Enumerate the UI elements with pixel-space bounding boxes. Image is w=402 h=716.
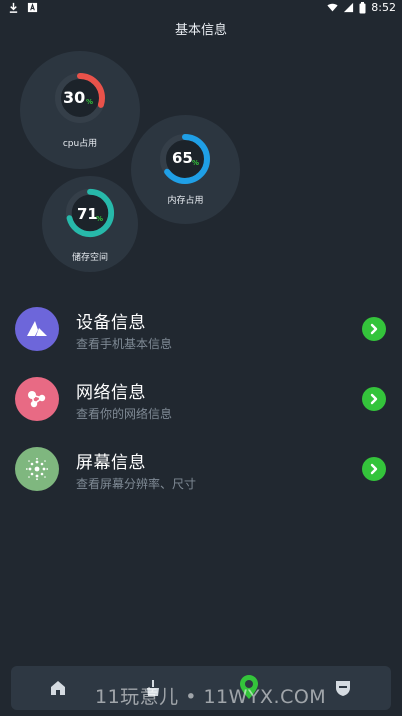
- memory-gauge-label: 内存占用: [167, 196, 204, 206]
- page-title: 基本信息: [174, 23, 227, 38]
- storage-gauge-value: 71: [77, 205, 98, 223]
- triangle-logo-icon: [27, 321, 47, 336]
- storage-gauge[interactable]: 71 % 储存空间: [42, 176, 138, 272]
- status-bar: 8:52: [0, 0, 402, 18]
- memory-gauge-value: 65: [172, 149, 193, 167]
- screen-info-item[interactable]: 屏幕信息 查看屏幕分辨率、尺寸: [0, 447, 402, 503]
- memory-gauge[interactable]: 65 % 内存占用: [131, 115, 240, 224]
- storage-gauge-unit: %: [96, 215, 104, 223]
- network-info-avatar: [15, 377, 59, 421]
- memory-gauge-unit: %: [192, 159, 200, 167]
- network-info-arrow-button[interactable]: [362, 387, 386, 411]
- screen-info-subtitle: 查看屏幕分辨率、尺寸: [76, 477, 197, 491]
- download-icon: [9, 2, 18, 13]
- device-info-title: 设备信息: [76, 313, 146, 333]
- screen-info-arrow-button[interactable]: [362, 457, 386, 481]
- device-info-item[interactable]: 设备信息 查看手机基本信息: [0, 307, 402, 363]
- watermark-text: 11玩意儿 • 11WYX.COM: [95, 686, 327, 708]
- network-info-title: 网络信息: [76, 383, 146, 403]
- screen-info-avatar: [15, 447, 59, 491]
- home-icon[interactable]: [48, 678, 68, 698]
- chevron-right-icon: [370, 393, 378, 405]
- network-nodes-icon: [28, 391, 46, 408]
- wifi-icon: [327, 3, 338, 12]
- status-time: 8:52: [371, 1, 396, 14]
- cpu-gauge[interactable]: 30 % cpu占用: [20, 51, 140, 169]
- app-notification-icon: [27, 2, 38, 13]
- chevron-right-icon: [370, 463, 378, 475]
- battery-icon: [359, 1, 366, 13]
- storage-gauge-label: 储存空间: [71, 253, 108, 263]
- network-info-subtitle: 查看你的网络信息: [76, 407, 173, 421]
- signal-icon: [344, 2, 354, 13]
- shield-icon[interactable]: [333, 678, 353, 698]
- cpu-gauge-value: 30: [63, 88, 86, 107]
- network-info-item[interactable]: 网络信息 查看你的网络信息: [0, 377, 402, 433]
- cpu-gauge-unit: %: [86, 98, 94, 106]
- cpu-gauge-label: cpu占用: [62, 139, 98, 149]
- screen-burst-icon: [25, 457, 49, 481]
- device-info-subtitle: 查看手机基本信息: [76, 337, 173, 351]
- device-info-arrow-button[interactable]: [362, 317, 386, 341]
- chevron-right-icon: [370, 323, 378, 335]
- device-info-avatar: [15, 307, 59, 351]
- screen-info-title: 屏幕信息: [76, 453, 146, 473]
